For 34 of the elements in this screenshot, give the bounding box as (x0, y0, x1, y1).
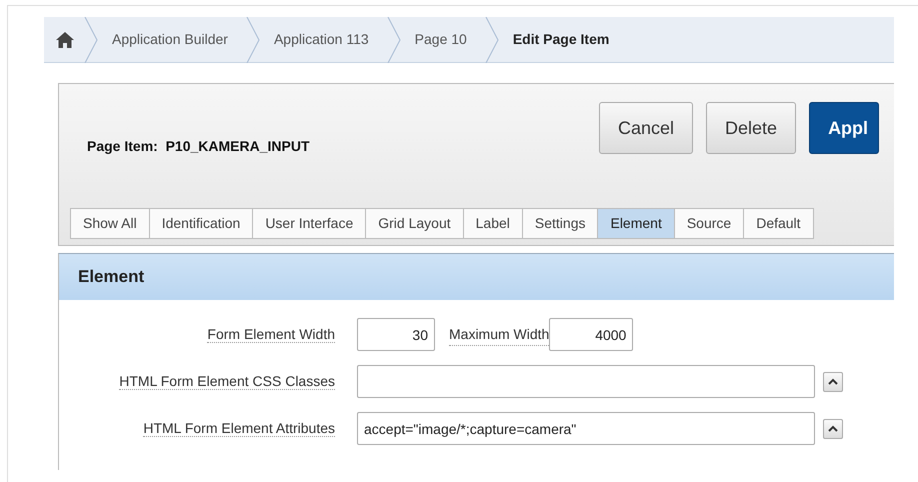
input-field[interactable]: 30 (357, 318, 435, 351)
field-label: HTML Form Element CSS Classes (119, 373, 335, 390)
breadcrumb-link[interactable]: Page 10 (400, 17, 485, 62)
input-field[interactable] (357, 365, 815, 398)
tab[interactable]: Label (462, 208, 523, 239)
tab[interactable]: User Interface (252, 208, 366, 239)
breadcrumb-link[interactable]: Edit Page Item (498, 17, 628, 62)
tab[interactable]: Show All (70, 208, 150, 239)
home-icon[interactable] (56, 32, 74, 48)
input-field[interactable]: 4000 (549, 318, 634, 351)
breadcrumb-link[interactable]: Application Builder (98, 17, 246, 62)
breadcrumb-link[interactable]: Application 113 (260, 17, 387, 62)
delete-button[interactable]: Delete (706, 102, 796, 154)
caret-up-icon (828, 425, 838, 432)
field-label: HTML Form Element Attributes (143, 420, 335, 437)
section-title: Element (58, 253, 894, 300)
tab[interactable]: Default (743, 208, 814, 239)
expand-button[interactable] (823, 418, 843, 438)
tab[interactable]: Grid Layout (365, 208, 464, 239)
input-field[interactable]: accept="image/*;capture=camera" (357, 412, 815, 445)
cancel-button[interactable]: Cancel (599, 102, 694, 154)
chevron-icon (386, 17, 401, 62)
tab[interactable]: Source (674, 208, 744, 239)
page-item-title: Page Item: P10_KAMERA_INPUT (87, 137, 310, 156)
expand-button[interactable] (823, 372, 843, 392)
field-label: Form Element Width (207, 326, 335, 343)
tab[interactable]: Element (597, 208, 675, 239)
chevron-icon (246, 17, 260, 62)
tab[interactable]: Settings (522, 208, 598, 239)
caret-up-icon (828, 378, 838, 385)
apply-button[interactable]: Appl (809, 102, 880, 154)
chevron-icon (84, 17, 98, 62)
chevron-icon (484, 17, 499, 62)
tab[interactable]: Identification (148, 208, 254, 239)
